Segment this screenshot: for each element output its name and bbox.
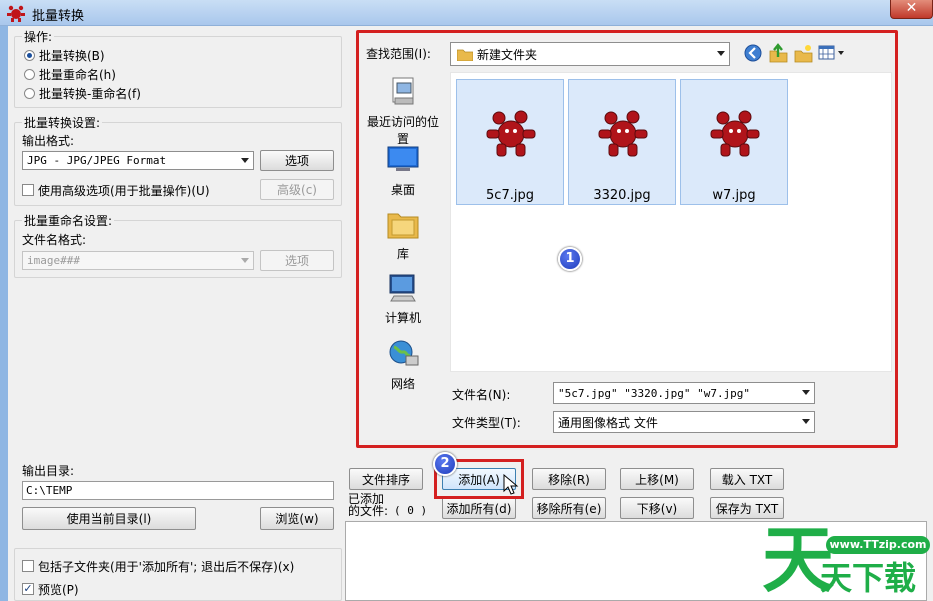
radio-batch-convert[interactable]: 批量转换(B): [24, 46, 105, 64]
chevron-down-icon: [241, 157, 249, 163]
chevron-down-icon: [241, 257, 249, 263]
annotation-badge-1: 1: [558, 247, 582, 271]
radio-dot[interactable]: [24, 49, 35, 61]
subfolders-label: 包括子文件夹(用于'添加所有'; 退出后不保存)(x): [38, 559, 295, 574]
added-files-count: ( 0 ): [394, 504, 428, 517]
preview-checkbox-row[interactable]: ✓ 预览(P): [22, 580, 79, 598]
preview-checkbox[interactable]: ✓: [22, 583, 34, 595]
irfanview-app-icon: [7, 5, 25, 22]
output-format-value: JPG - JPG/JPEG Format: [27, 154, 167, 167]
output-format-label: 输出格式:: [22, 134, 75, 148]
radio-batch-rename[interactable]: 批量重命名(h): [24, 65, 116, 83]
name-format-value: image###: [27, 254, 80, 267]
subfolders-checkbox[interactable]: [22, 560, 34, 572]
remove-button[interactable]: 移除(R): [532, 468, 606, 490]
radio-dot[interactable]: [24, 68, 35, 80]
output-format-select[interactable]: JPG - JPG/JPEG Format: [22, 151, 254, 170]
subfolders-checkbox-row[interactable]: 包括子文件夹(用于'添加所有'; 退出后不保存)(x): [22, 557, 294, 575]
rename-options-button[interactable]: 选项: [260, 250, 334, 271]
radio-label: 批量重命名(h): [39, 67, 116, 82]
window-left-frame: [0, 26, 8, 601]
radio-label: 批量转换(B): [39, 48, 105, 63]
format-options-button[interactable]: 选项: [260, 150, 334, 171]
annotation-badge-2: 2: [433, 452, 457, 476]
window-title: 批量转换: [32, 9, 85, 24]
close-icon: ✕: [905, 0, 918, 16]
advanced-options-label: 使用高级选项(用于批量操作)(U): [38, 183, 210, 198]
watermark-text: 天下载: [820, 559, 917, 597]
watermark-logo: 天 www.TTzip.com 天下载: [758, 520, 933, 601]
operations-label: 操作:: [22, 28, 55, 45]
batch-rename-label: 批量重命名设置:: [22, 212, 115, 229]
name-format-select[interactable]: image###: [22, 251, 254, 270]
use-current-dir-button[interactable]: 使用当前目录(l): [22, 507, 196, 530]
added-files-label: 已添加 的文件: ( 0 ): [348, 493, 427, 517]
move-up-button[interactable]: 上移(M): [620, 468, 694, 490]
mouse-cursor-icon: [503, 474, 519, 495]
remove-all-button[interactable]: 移除所有(e): [532, 497, 606, 519]
add-all-button[interactable]: 添加所有(d): [442, 497, 516, 519]
advanced-button[interactable]: 高级(c): [260, 179, 334, 200]
sort-files-button[interactable]: 文件排序: [349, 468, 423, 490]
advanced-options-checkbox[interactable]: [22, 184, 34, 196]
output-dir-label: 输出目录:: [22, 464, 75, 478]
advanced-options-checkbox-row[interactable]: 使用高级选项(用于批量操作)(U): [22, 181, 210, 199]
preview-label: 预览(P): [38, 582, 79, 597]
title-bar: [0, 0, 933, 26]
radio-dot[interactable]: [24, 87, 35, 99]
added-files-label-line2: 的文件:: [348, 504, 389, 518]
annotation-highlight-box: [356, 30, 898, 448]
output-dir-input[interactable]: C:\TEMP: [22, 481, 334, 500]
save-txt-button[interactable]: 保存为 TXT: [710, 497, 784, 519]
watermark-url: www.TTzip.com: [826, 536, 930, 554]
radio-label: 批量转换-重命名(f): [39, 86, 141, 101]
move-down-button[interactable]: 下移(v): [620, 497, 694, 519]
browse-button[interactable]: 浏览(w): [260, 507, 334, 530]
close-button[interactable]: ✕: [890, 0, 933, 19]
name-format-label: 文件名格式:: [22, 233, 87, 247]
batch-convert-label: 批量转换设置:: [22, 114, 103, 131]
radio-convert-rename[interactable]: 批量转换-重命名(f): [24, 84, 141, 102]
load-txt-button[interactable]: 载入 TXT: [710, 468, 784, 490]
